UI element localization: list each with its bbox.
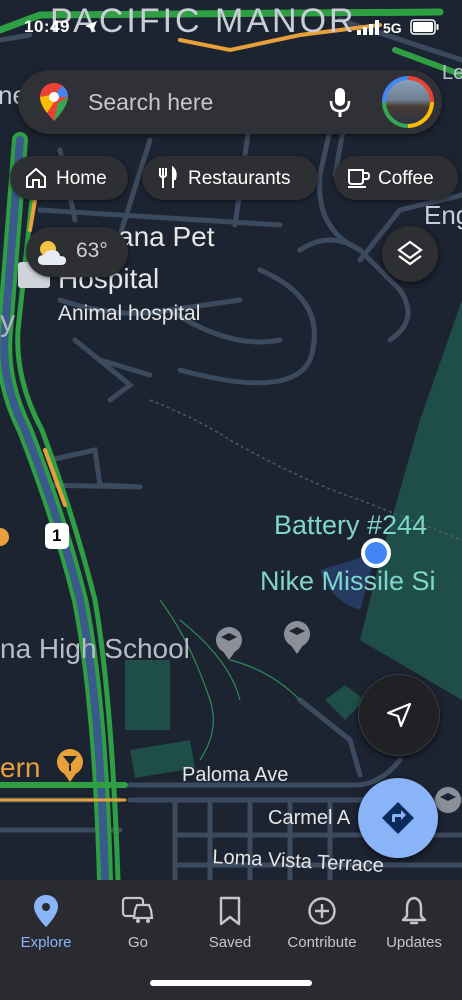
signal-bars-icon [357,20,379,35]
chip-restaurants[interactable]: Restaurants [142,156,318,200]
nav-updates[interactable]: Updates [368,894,460,951]
poi-hospital-category: Animal hospital [58,302,201,325]
poi-school-label[interactable]: na High School [0,633,190,665]
chip-label: Home [56,168,107,189]
nav-go[interactable]: Go [92,894,184,951]
recenter-button[interactable] [358,674,440,756]
location-arrow-icon [85,21,97,33]
nav-label: Go [127,934,148,951]
highway-shield-number: 1 [52,526,62,545]
coffee-cup-icon [348,169,371,188]
street-label-carmel: Carmel A [268,807,351,829]
home-icon [26,167,46,188]
poi-hospital-label: ana Pet [118,221,215,252]
bell-icon [401,896,427,925]
directions-icon [382,802,414,834]
layers-icon [397,240,423,266]
avatar-photo [386,80,430,124]
battery-icon [410,19,439,35]
school-pin-icon [435,787,461,813]
nav-label: Updates [386,934,442,951]
street-label-paloma: Paloma Ave [182,764,289,786]
search-input[interactable]: Search here [88,89,213,116]
explore-pin-icon [34,895,58,927]
bookmark-icon [219,896,241,926]
poi-battery-label[interactable]: Battery #244 [274,510,427,541]
poi-nike-missile-label[interactable]: Nike Missile Si [260,566,436,597]
nav-label: Saved [208,934,252,951]
nav-contribute[interactable]: Contribute [276,894,368,951]
nav-label: Explore [20,934,72,951]
status-bar: 10:49 5G [0,0,462,58]
chip-home[interactable]: Home [10,156,128,200]
current-location-dot [361,538,391,568]
weather-temperature: 63° [76,239,108,262]
chip-coffee[interactable]: Coffee [334,156,458,200]
search-bar[interactable]: Search here [18,70,442,134]
weather-chip[interactable]: 63° [26,227,128,277]
navigation-arrow-icon [386,702,412,728]
edge-label: Le [442,62,462,84]
edge-label: y [0,305,15,338]
maps-logo-icon [40,83,68,121]
status-time: 10:49 [24,17,70,36]
commute-car-icon [121,896,154,923]
layers-button[interactable] [382,226,438,282]
poi-tavern-label[interactable]: ern [0,752,40,784]
directions-button[interactable] [358,778,438,858]
home-indicator [150,980,312,986]
network-type: 5G [383,20,402,36]
nav-saved[interactable]: Saved [184,894,276,951]
microphone-icon[interactable] [329,88,351,118]
account-avatar[interactable] [382,76,434,128]
nav-explore[interactable]: Explore [0,894,92,951]
chip-label: Restaurants [188,168,291,189]
nav-label: Contribute [287,934,357,951]
add-circle-icon [308,897,336,925]
partly-cloudy-icon [38,241,66,265]
fork-knife-icon [159,166,177,188]
park-area [125,660,170,730]
chip-label: Coffee [378,168,434,189]
edge-label: Eng [424,200,462,230]
